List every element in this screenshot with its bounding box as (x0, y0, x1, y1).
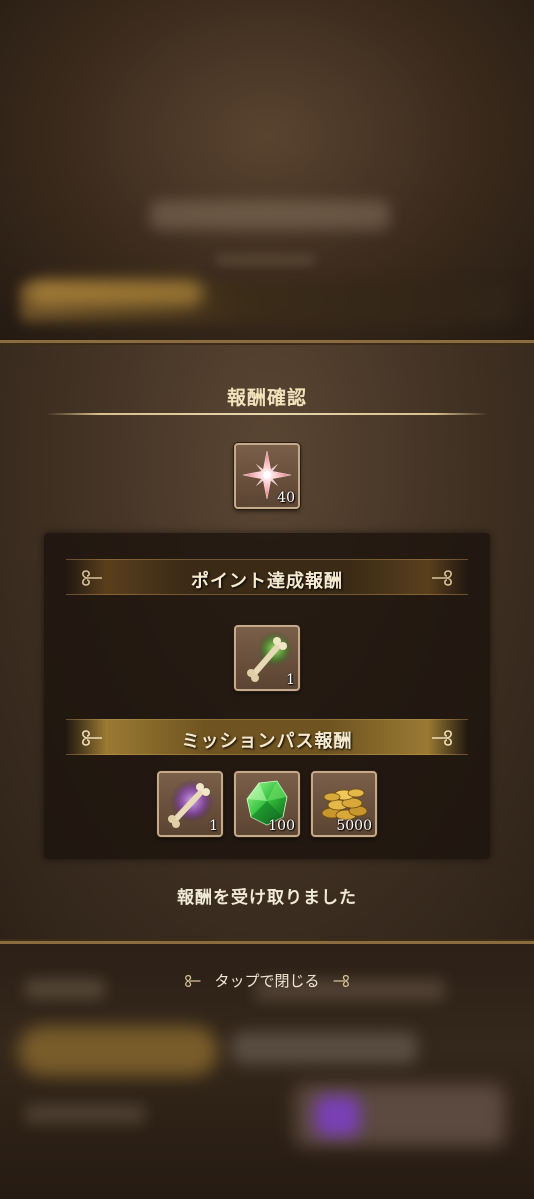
item-quantity: 40 (277, 490, 295, 506)
blurred-field (232, 1032, 417, 1064)
mission-pass-reward-item[interactable]: 5000 (311, 771, 377, 837)
top-reward-item[interactable]: 40 (234, 443, 300, 509)
scroll-ornament-icon (184, 974, 201, 987)
blurred-heading (150, 200, 390, 230)
point-reward-item[interactable]: 1 (234, 625, 300, 691)
blurred-background-top (0, 0, 534, 340)
section-title: ミッションパス報酬 (181, 731, 353, 752)
item-quantity: 5000 (336, 818, 372, 834)
blurred-card-icon (315, 1096, 360, 1136)
mission-pass-reward-header: ミッションパス報酬 (66, 719, 468, 755)
blurred-label (25, 1104, 145, 1124)
item-quantity: 1 (286, 672, 295, 688)
status-message: 報酬を受け取りました (177, 888, 357, 908)
mission-pass-reward-item[interactable]: 1 (157, 771, 223, 837)
scroll-ornament-icon (333, 974, 350, 987)
blurred-button (18, 1026, 218, 1076)
item-quantity: 100 (268, 818, 295, 834)
section-title: ポイント達成報酬 (191, 571, 343, 592)
point-reward-header: ポイント達成報酬 (66, 559, 468, 595)
title-divider (46, 413, 488, 415)
mission-pass-reward-item[interactable]: 100 (234, 771, 300, 837)
close-hint-text: タップで閉じる (214, 972, 320, 990)
dialog-title: 報酬確認 (226, 387, 307, 409)
blurred-subheading (215, 255, 315, 265)
rewards-box: ポイント達成報酬 1 ミッションパス報酬 1 100 5000 (44, 533, 490, 859)
tap-to-close[interactable]: タップで閉じる (0, 970, 534, 994)
scroll-ornament-icon (432, 570, 452, 586)
item-quantity: 1 (209, 818, 218, 834)
scroll-ornament-icon (432, 730, 452, 746)
blurred-tab-pill (28, 280, 203, 306)
reward-confirm-dialog: 報酬確認 40 ポイント達成報酬 1 ミッションパス報酬 1 100 5000 … (0, 340, 534, 944)
